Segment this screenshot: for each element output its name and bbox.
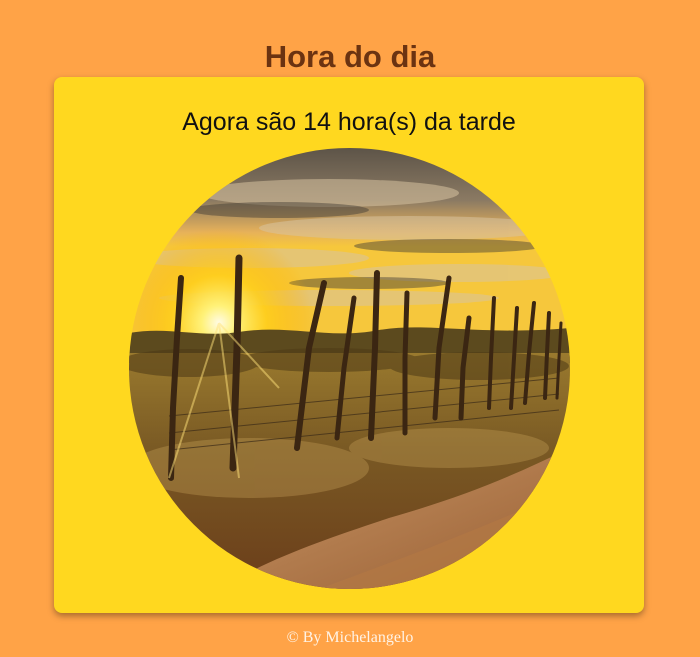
footer-credit: © By Michelangelo <box>286 629 414 646</box>
page-title: Hora do dia <box>264 38 436 74</box>
time-message: Agora são 14 hora(s) da tarde <box>182 108 516 136</box>
sunset-landscape-image <box>129 148 570 589</box>
time-card: Agora são 14 hora(s) da tarde <box>54 77 644 613</box>
